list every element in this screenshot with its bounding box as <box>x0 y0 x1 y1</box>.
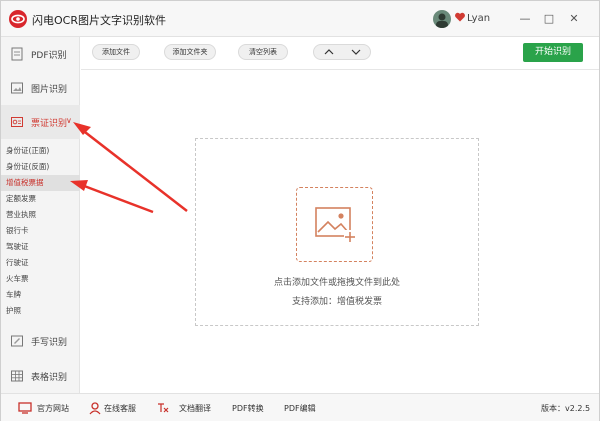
sidebar-item-ticket[interactable]: 票证识别 ∨ <box>1 105 80 139</box>
chevron-down-icon: ∨ <box>66 116 72 125</box>
user-name[interactable]: Lyan <box>467 13 490 24</box>
sidebar-item-label: 票证识别 <box>31 119 68 129</box>
close-button[interactable]: ✕ <box>566 11 582 27</box>
drop-hint-text: 点击添加文件或拖拽文件到此处 <box>273 278 400 288</box>
submenu-item[interactable]: 营业执照 <box>1 207 80 223</box>
sidebar: PDF识别 图片识别 票证识别 ∨ 身份证(正面) 身份证(反面) 增值税票据 … <box>1 37 80 393</box>
pdf-edit-link[interactable]: PDF编辑 <box>284 403 316 414</box>
handwriting-icon <box>11 335 23 347</box>
document-translate-link[interactable]: 文档翻译 <box>179 403 211 414</box>
maximize-button[interactable]: □ <box>541 11 557 27</box>
minimize-button[interactable]: — <box>517 11 533 27</box>
submenu-item[interactable]: 火车票 <box>1 271 80 287</box>
bottom-bar: 官方网站 在线客服 文档翻译 PDF转换 PDF编辑 版本：v2.2.5 <box>1 393 599 421</box>
submenu-item[interactable]: 定额发票 <box>1 191 80 207</box>
add-image-button[interactable] <box>296 187 373 262</box>
monitor-icon <box>18 402 32 414</box>
add-file-button[interactable]: 添加文件 <box>92 44 140 60</box>
online-service-link[interactable]: 在线客服 <box>104 403 136 414</box>
submenu-item[interactable]: 行驶证 <box>1 255 80 271</box>
sidebar-item-label: PDF识别 <box>31 51 67 61</box>
submenu-item[interactable]: 银行卡 <box>1 223 80 239</box>
chevron-up-icon <box>324 49 334 55</box>
image-icon <box>11 82 23 94</box>
heart-icon <box>455 12 465 22</box>
submenu-item[interactable]: 身份证(正面) <box>1 143 80 159</box>
title-bar: 闪电OCR图片文字识别软件 Lyan — □ ✕ <box>1 1 599 37</box>
pdf-convert-link[interactable]: PDF转换 <box>232 403 264 414</box>
add-folder-button[interactable]: 添加文件夹 <box>164 44 216 60</box>
avatar[interactable] <box>433 10 451 28</box>
sidebar-item-handwriting[interactable]: 手写识别 <box>1 324 80 358</box>
sidebar-item-image[interactable]: 图片识别 <box>1 71 80 105</box>
sidebar-item-table[interactable]: 表格识别 <box>1 359 80 393</box>
add-image-icon <box>315 207 356 242</box>
submenu-item[interactable]: 车牌 <box>1 287 80 303</box>
customer-service-icon <box>89 402 101 415</box>
supported-format-text: 支持添加：增值税发票 <box>291 297 382 307</box>
translate-icon <box>158 403 169 413</box>
start-recognition-button[interactable]: 开始识别 <box>523 43 583 62</box>
sidebar-item-label: 手写识别 <box>31 338 68 348</box>
clear-list-button[interactable]: 清空列表 <box>238 44 288 60</box>
sidebar-item-pdf[interactable]: PDF识别 <box>1 37 80 71</box>
move-down-button[interactable] <box>346 46 366 58</box>
sidebar-item-label: 表格识别 <box>31 373 68 383</box>
submenu-item[interactable]: 护照 <box>1 303 80 319</box>
app-window: 闪电OCR图片文字识别软件 Lyan — □ ✕ PDF识别 图片识别 票证识别… <box>0 0 600 421</box>
submenu-item-selected[interactable]: 增值税票据 <box>1 175 80 191</box>
official-website-link[interactable]: 官方网站 <box>37 403 69 414</box>
move-up-button[interactable] <box>319 46 339 58</box>
sidebar-item-label: 图片识别 <box>31 85 68 95</box>
ticket-icon <box>11 117 23 127</box>
pdf-icon <box>11 47 23 61</box>
submenu-item[interactable]: 身份证(反面) <box>1 159 80 175</box>
annotation-arrow <box>70 180 154 214</box>
version-label: 版本：v2.2.5 <box>541 404 591 413</box>
submenu-item[interactable]: 驾驶证 <box>1 239 80 255</box>
move-buttons <box>313 44 371 60</box>
table-icon <box>11 370 23 382</box>
annotation-arrow <box>73 122 188 212</box>
app-logo-icon <box>9 10 27 28</box>
chevron-down-icon <box>351 49 361 55</box>
toolbar-divider <box>81 69 599 70</box>
app-title: 闪电OCR图片文字识别软件 <box>32 14 166 27</box>
